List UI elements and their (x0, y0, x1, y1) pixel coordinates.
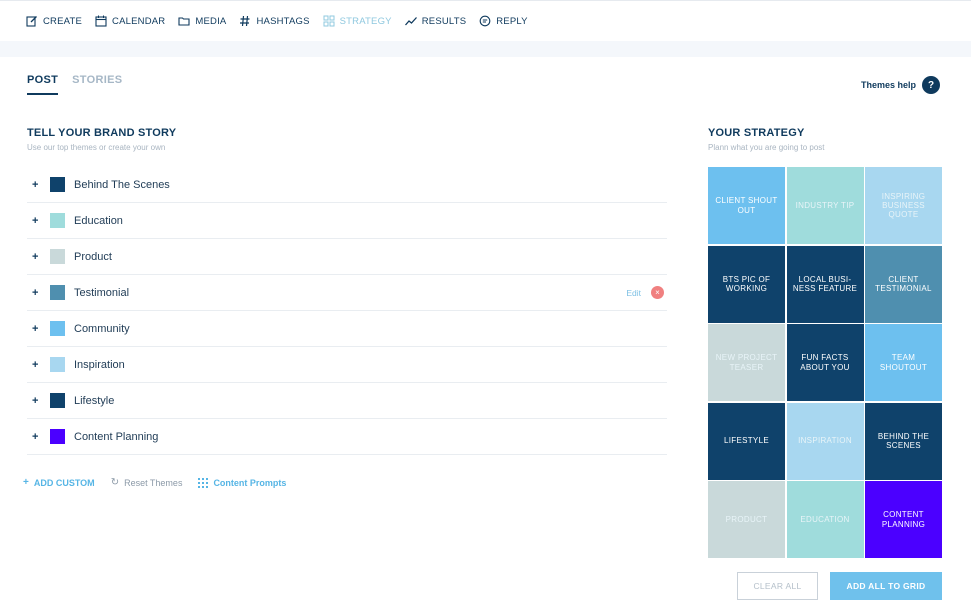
strategy-cell[interactable]: FUN FACTS ABOUT YOU (786, 324, 864, 401)
strategy-cell[interactable]: INDUSTRY TIP (786, 167, 864, 244)
edit-theme-link[interactable]: Edit (626, 288, 641, 298)
theme-label: Behind The Scenes (74, 178, 170, 191)
theme-row[interactable]: + Community (27, 311, 667, 347)
theme-row[interactable]: + Testimonial Edit × (27, 275, 667, 311)
grid-icon (323, 15, 335, 27)
nav-results-label: RESULTS (421, 15, 467, 27)
nav-hashtags-label: HASHTAGS (256, 15, 310, 27)
strategy-cell[interactable]: NEW PROJECT TEASER (708, 324, 785, 401)
clear-all-button[interactable]: CLEAR ALL (737, 572, 818, 600)
strategy-cell[interactable]: LIFESTYLE (708, 402, 785, 480)
theme-row[interactable]: + Product (27, 239, 667, 275)
hashtag-icon (240, 15, 250, 27)
theme-row[interactable]: + Behind The Scenes (27, 167, 667, 203)
strategy-subtitle: Plann what you are going to post (708, 143, 825, 152)
calendar-icon (95, 15, 107, 27)
strategy-cell[interactable]: CONTENT PLANNING (865, 481, 942, 558)
plus-icon[interactable]: + (27, 431, 45, 443)
theme-row[interactable]: + Content Planning (27, 419, 667, 455)
help-icon[interactable]: ? (922, 76, 940, 94)
strategy-cell[interactable]: TEAM SHOUTOUT (865, 324, 942, 401)
plus-icon[interactable]: + (27, 395, 45, 407)
nav-media-label: MEDIA (195, 15, 227, 27)
reset-themes-button[interactable]: ↻ Reset Themes (111, 477, 183, 488)
theme-actions: + ADD CUSTOM ↻ Reset Themes Content Prom… (23, 477, 302, 488)
theme-color-swatch (50, 357, 65, 372)
theme-color-swatch (50, 285, 65, 300)
brand-story-title: TELL YOUR BRAND STORY (27, 127, 177, 139)
plus-icon[interactable]: + (27, 179, 45, 191)
add-custom-button[interactable]: + ADD CUSTOM (23, 477, 95, 488)
plus-icon[interactable]: + (27, 215, 45, 227)
strategy-cell[interactable]: CLIENT SHOUT OUT (708, 167, 785, 244)
brand-story-subtitle: Use our top themes or create your own (27, 143, 166, 152)
add-custom-label: ADD CUSTOM (33, 477, 95, 488)
nav-create[interactable]: CREATE (26, 15, 82, 27)
plus-icon[interactable]: + (27, 323, 45, 335)
theme-color-swatch (50, 213, 65, 228)
tab-post[interactable]: POST (27, 74, 59, 95)
dots-grid-icon (198, 477, 209, 488)
header-divider (0, 41, 971, 57)
add-all-to-grid-button[interactable]: ADD ALL TO GRID (830, 572, 942, 600)
strategy-cell[interactable]: CLIENT TESTIMONIAL (865, 245, 942, 323)
chat-icon (479, 15, 491, 27)
theme-color-swatch (50, 177, 65, 192)
theme-row[interactable]: + Inspiration (27, 347, 667, 383)
theme-label: Community (74, 322, 130, 335)
tab-stories[interactable]: STORIES (72, 74, 122, 95)
nav-create-label: CREATE (43, 15, 83, 27)
theme-color-swatch (50, 249, 65, 264)
strategy-cell[interactable]: INSPIRATION (786, 402, 864, 480)
refresh-icon: ↻ (110, 477, 120, 488)
strategy-grid: CLIENT SHOUT OUT INDUSTRY TIP INSPIRING … (708, 167, 942, 558)
strategy-cell[interactable]: EDUCATION (786, 481, 864, 558)
themes-help-link[interactable]: Themes help ? (861, 76, 940, 94)
plus-icon[interactable]: + (27, 359, 45, 371)
strategy-cell[interactable]: BEHIND THE SCENES (865, 402, 942, 480)
edit-icon (26, 16, 37, 27)
folder-icon (178, 17, 190, 26)
theme-label: Product (74, 250, 112, 263)
nav-strategy-label: STRATEGY (339, 15, 392, 27)
theme-row[interactable]: + Education (27, 203, 667, 239)
nav-reply[interactable]: REPLY (479, 15, 528, 27)
strategy-cell[interactable]: PRODUCT (708, 481, 785, 558)
theme-label: Lifestyle (74, 394, 115, 407)
nav-hashtags[interactable]: HASHTAGS (239, 15, 309, 27)
nav-calendar[interactable]: CALENDAR (95, 15, 165, 27)
trend-icon (404, 17, 417, 26)
theme-list: + Behind The Scenes + Education + Produc… (27, 167, 667, 455)
nav-strategy[interactable]: STRATEGY (323, 15, 392, 27)
theme-label: Content Planning (74, 430, 159, 443)
content-prompts-label: Content Prompts (213, 477, 287, 488)
theme-color-swatch (50, 321, 65, 336)
nav-media[interactable]: MEDIA (178, 15, 226, 27)
nav-results[interactable]: RESULTS (404, 15, 467, 27)
theme-color-swatch (50, 429, 65, 444)
theme-color-swatch (50, 393, 65, 408)
strategy-cell[interactable]: INSPIRING BUSINESS QUOTE (865, 167, 942, 244)
themes-help-label: Themes help (860, 80, 916, 90)
theme-label: Education (74, 214, 123, 227)
remove-theme-icon[interactable]: × (651, 286, 664, 299)
nav-calendar-label: CALENDAR (112, 15, 166, 27)
plus-icon: + (23, 477, 29, 488)
theme-row[interactable]: + Lifestyle (27, 383, 667, 419)
theme-label: Testimonial (74, 286, 130, 299)
theme-label: Inspiration (74, 358, 125, 371)
strategy-cell[interactable]: LOCAL BUSI- NESS FEATURE (786, 245, 864, 323)
strategy-title: YOUR STRATEGY (708, 127, 805, 139)
plus-icon[interactable]: + (27, 251, 45, 263)
plus-icon[interactable]: + (27, 287, 45, 299)
top-nav: CREATE CALENDAR MEDIA HASHTAGS STRATEGY … (0, 0, 971, 41)
post-type-tabs: POST STORIES (27, 74, 136, 95)
nav-reply-label: REPLY (496, 15, 528, 27)
strategy-cell[interactable]: BTS PIC OF WORKING (708, 245, 785, 323)
reset-themes-label: Reset Themes (124, 477, 183, 488)
content-prompts-button[interactable]: Content Prompts (198, 477, 287, 488)
